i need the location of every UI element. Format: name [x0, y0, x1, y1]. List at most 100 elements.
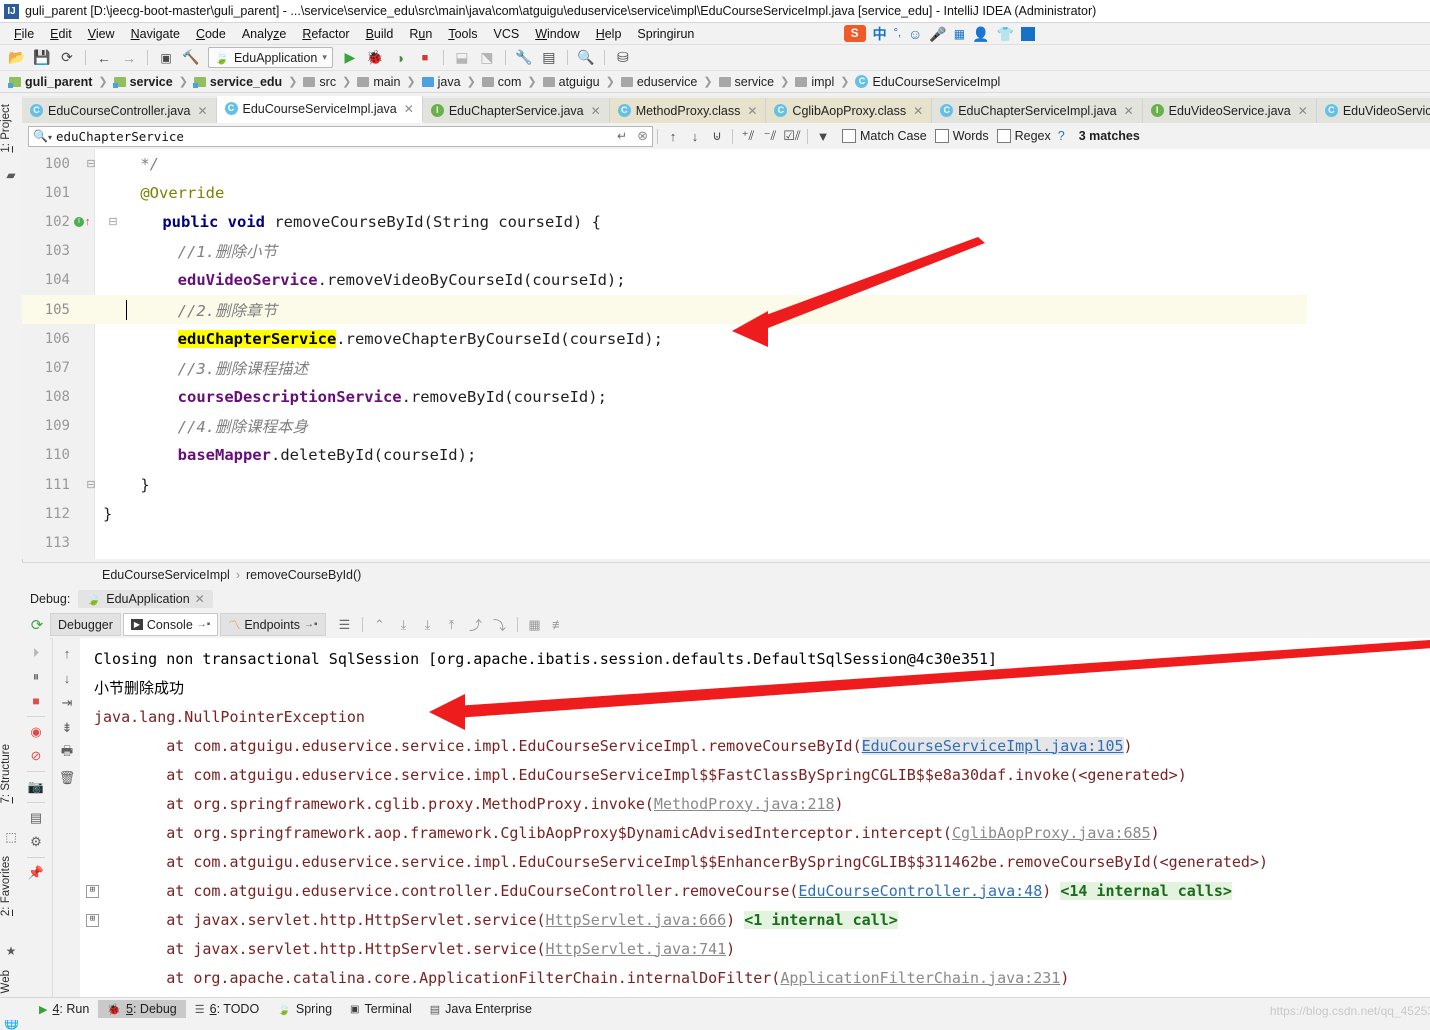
close-icon[interactable]: ✕: [591, 104, 601, 118]
implementation-marker[interactable]: I ↑: [74, 216, 91, 228]
match-case-checkbox[interactable]: Match Case: [842, 129, 927, 143]
status-item-run[interactable]: ▶ 4: Run: [30, 1000, 98, 1018]
fold-marker-icon[interactable]: ⊟: [101, 215, 125, 228]
keyboard-icon[interactable]: ▦: [954, 28, 965, 40]
menu-item-edit[interactable]: Edit: [42, 25, 80, 43]
menu-item-springirun[interactable]: Springirun: [629, 25, 702, 43]
search-input[interactable]: 🔍▾ eduChapterService ↵ ⊗: [28, 126, 653, 147]
add-line-icon[interactable]: ⁺⫽: [737, 125, 759, 147]
remove-line-icon[interactable]: ⁻⫽: [759, 125, 781, 147]
breadcrumb-item-service-pkg[interactable]: service: [716, 75, 778, 89]
menu-item-window[interactable]: Window: [527, 25, 587, 43]
stop-icon[interactable]: ■: [25, 690, 47, 712]
print-icon[interactable]: 🖶: [56, 742, 78, 764]
close-icon[interactable]: ✕: [195, 592, 205, 606]
down-icon[interactable]: ↓: [56, 667, 78, 689]
open-icon[interactable]: 📂: [6, 47, 28, 68]
run-configuration-selector[interactable]: 🍃 EduApplication ▾: [208, 47, 333, 68]
star-icon[interactable]: ★: [4, 944, 18, 958]
sidebar-item-favorites[interactable]: 2: Favorites: [0, 852, 22, 920]
scroll-down-icon[interactable]: ⤓: [417, 614, 439, 635]
up-icon[interactable]: ↑: [56, 642, 78, 664]
filter-icon[interactable]: ▼: [812, 125, 834, 147]
run-icon[interactable]: ▶: [339, 47, 361, 68]
chinese-input-icon[interactable]: 中: [873, 27, 887, 41]
close-icon[interactable]: ✕: [197, 104, 207, 118]
stack-link[interactable]: CglibAopProxy.java:685: [952, 824, 1151, 842]
stack-link[interactable]: HttpServlet.java:741: [546, 940, 727, 958]
save-icon[interactable]: 💾: [31, 47, 53, 68]
fold-marker-icon[interactable]: ⊟: [79, 478, 103, 491]
close-icon[interactable]: ✕: [1298, 104, 1308, 118]
menu-item-tools[interactable]: Tools: [440, 25, 485, 43]
detach-icon[interactable]: →▪: [304, 619, 318, 630]
select-all-occurrences-icon[interactable]: ⊍: [706, 125, 728, 147]
punctuation-icon[interactable]: °,: [894, 28, 901, 39]
deploy-icon[interactable]: ⬓: [451, 47, 473, 68]
breadcrumb-item-guli_parent[interactable]: guli_parent: [6, 75, 95, 89]
scroll-to-end-icon[interactable]: ⤓: [393, 614, 415, 635]
menu-item-code[interactable]: Code: [188, 25, 234, 43]
stop-icon[interactable]: ■: [414, 47, 436, 68]
project-structure-icon[interactable]: ▤: [538, 47, 560, 68]
sidebar-item-structure[interactable]: 7: Structure: [0, 740, 22, 807]
menu-item-help[interactable]: Help: [588, 25, 630, 43]
nav-class-label[interactable]: EduCourseServiceImpl: [102, 568, 230, 582]
status-item-todo[interactable]: ☰ 6: TODO: [186, 1000, 268, 1018]
editor-tab-methodproxy[interactable]: C MethodProxy.class ✕: [610, 98, 767, 123]
rerun-icon[interactable]: ⟳: [26, 614, 48, 635]
close-icon[interactable]: ✕: [404, 102, 414, 116]
menu-item-build[interactable]: Build: [358, 25, 402, 43]
back-icon[interactable]: ←: [93, 47, 115, 68]
grid-icon[interactable]: [1021, 27, 1035, 41]
sidebar-item-project[interactable]: 1: Project: [0, 100, 22, 157]
screenshot-icon[interactable]: 📷: [25, 776, 47, 798]
regex-checkbox[interactable]: Regex: [997, 129, 1051, 143]
tab-endpoints[interactable]: 〽 Endpoints →▪: [220, 613, 325, 636]
select-lines-icon[interactable]: ☑⫽: [781, 125, 803, 147]
menu-item-vcs[interactable]: VCS: [486, 25, 528, 43]
settings-wrench-icon[interactable]: 🔧: [513, 47, 535, 68]
stack-link[interactable]: MethodProxy.java:218: [654, 795, 835, 813]
menu-item-run[interactable]: Run: [401, 25, 440, 43]
person-icon[interactable]: 👤: [972, 27, 989, 41]
structure-icon[interactable]: ⬚: [4, 830, 18, 844]
find-next-icon[interactable]: ↓: [684, 125, 706, 147]
sidebar-item-web[interactable]: Web: [0, 966, 22, 997]
scroll-up-icon[interactable]: ⤒: [441, 614, 463, 635]
view-breakpoints-icon[interactable]: ◉: [25, 721, 47, 743]
editor-tab-eduvideoservice-2[interactable]: C EduVideoService: [1317, 98, 1430, 123]
status-item-debug[interactable]: 🐞 5: Debug: [98, 1000, 185, 1018]
stack-link[interactable]: EduCourseServiceImpl.java:105: [862, 737, 1124, 755]
resume-icon[interactable]: ⏵: [25, 642, 47, 664]
code-editor[interactable]: 100 ⊟ */ 101 @Override 102 I ↑ ⊟ public …: [22, 149, 1307, 559]
breadcrumb-item-atguigu[interactable]: atguigu: [540, 75, 603, 89]
stack-link[interactable]: EduCourseController.java:48: [798, 882, 1042, 900]
breadcrumb-item-service[interactable]: service: [111, 75, 176, 89]
microphone-icon[interactable]: 🎤: [929, 27, 946, 41]
next-occurrence-icon[interactable]: ⤵: [489, 614, 511, 635]
undeploy-icon[interactable]: ⬔: [476, 47, 498, 68]
commit-icon[interactable]: ⛁: [612, 47, 634, 68]
breadcrumb-item-src[interactable]: src: [300, 75, 339, 89]
breadcrumb-item-impl[interactable]: impl: [792, 75, 837, 89]
internal-calls-badge[interactable]: <1 internal call>: [744, 911, 898, 929]
forward-icon[interactable]: →: [118, 47, 140, 68]
search-everywhere-icon[interactable]: 🔍: [575, 47, 597, 68]
emoji-icon[interactable]: ☺: [908, 27, 922, 41]
status-item-spring[interactable]: 🍃 Spring: [268, 1000, 341, 1018]
close-icon[interactable]: ✕: [747, 104, 757, 118]
close-icon[interactable]: ✕: [1124, 104, 1134, 118]
scroll-to-end-icon[interactable]: ⇟: [56, 717, 78, 739]
words-checkbox[interactable]: Words: [935, 129, 989, 143]
breadcrumb-item-com[interactable]: com: [479, 75, 525, 89]
breadcrumb-item-eduservice[interactable]: eduservice: [618, 75, 700, 89]
sogou-logo-icon[interactable]: S: [844, 25, 866, 42]
find-previous-icon[interactable]: ↑: [662, 125, 684, 147]
clear-icon[interactable]: ⊗: [637, 128, 648, 144]
editor-tab-educhapterservice[interactable]: I EduChapterService.java ✕: [423, 98, 610, 123]
breadcrumb-item-main[interactable]: main: [354, 75, 403, 89]
console-output[interactable]: Closing non transactional SqlSession [or…: [80, 638, 1430, 1004]
close-icon[interactable]: ✕: [913, 104, 923, 118]
menu-item-analyze[interactable]: Analyze: [234, 25, 294, 43]
